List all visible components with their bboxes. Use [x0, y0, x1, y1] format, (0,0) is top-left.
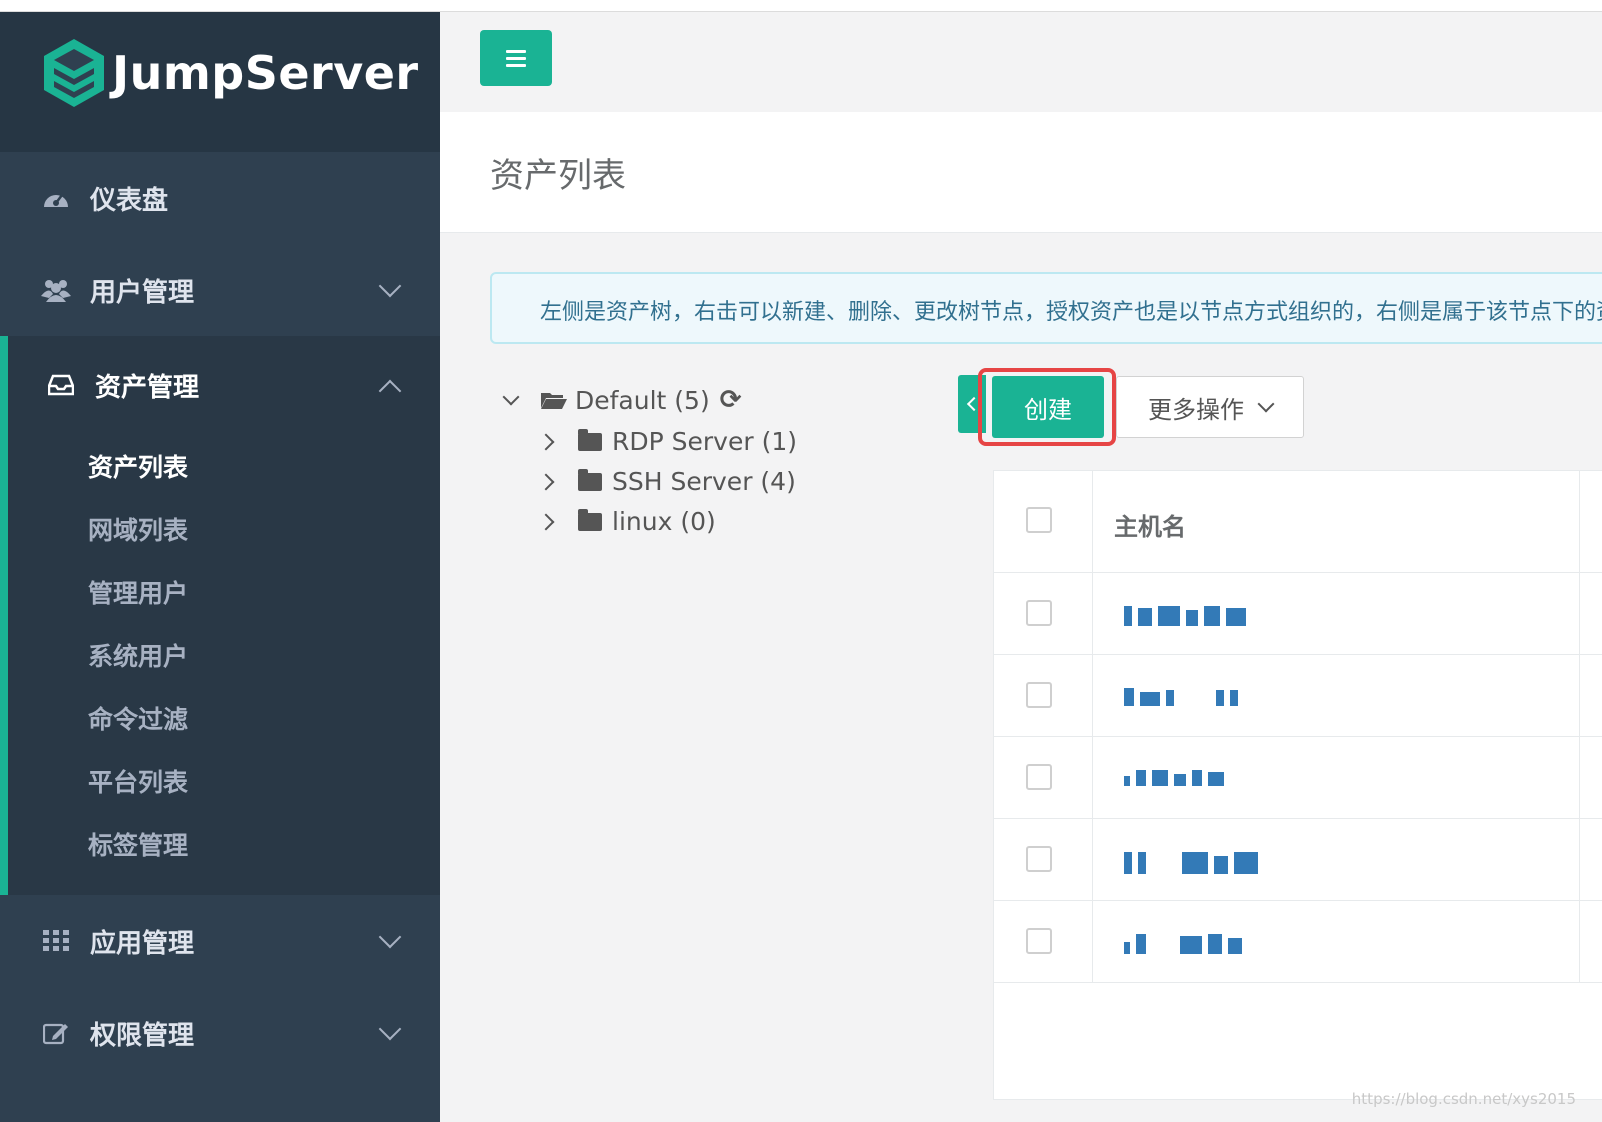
hamburger-icon: [506, 49, 526, 53]
tree-node-default[interactable]: Default (5) ⟳: [502, 385, 742, 415]
top-navbar: [440, 12, 1602, 113]
edit-icon: [40, 1017, 72, 1049]
watermark: https://blog.csdn.net/xys2015: [1351, 1090, 1576, 1108]
table-row: [994, 901, 1602, 983]
row-checkbox[interactable]: [1026, 764, 1052, 790]
logo[interactable]: JumpServer: [0, 12, 440, 152]
tree-node-rdp-server[interactable]: RDP Server (1): [537, 427, 797, 456]
chevron-down-icon: [1257, 395, 1275, 413]
hostname-link-redacted[interactable]: [1124, 606, 1246, 626]
sidebar-subitem-platform-list[interactable]: 平台列表: [8, 749, 440, 812]
page-heading: 资产列表: [440, 112, 1602, 233]
chevron-down-icon[interactable]: [502, 388, 520, 406]
hostname-link-redacted[interactable]: [1124, 852, 1258, 874]
chevron-right-icon[interactable]: [537, 433, 555, 450]
hostname-link-redacted[interactable]: [1124, 770, 1224, 786]
sidebar-item-asset-management[interactable]: 资产管理: [8, 336, 440, 434]
more-actions-dropdown[interactable]: 更多操作: [1116, 376, 1304, 438]
row-checkbox[interactable]: [1026, 846, 1052, 872]
sidebar-item-dashboard[interactable]: 仪表盘: [0, 152, 440, 244]
table-header-row: 主机名: [994, 471, 1602, 573]
tree-node-label: RDP Server (1): [612, 427, 797, 456]
folder-open-icon: [541, 393, 567, 409]
asset-table: 主机名: [993, 470, 1602, 1100]
users-icon: [40, 274, 72, 306]
info-alert-text: 左侧是资产树，右击可以新建、删除、更改树节点，授权资产也是以节点方式组织的，右侧…: [540, 300, 1602, 325]
sidebar-item-application-management[interactable]: 应用管理: [0, 895, 440, 987]
sidebar-subitem-domain-list[interactable]: 网域列表: [8, 497, 440, 560]
hamburger-menu-button[interactable]: [480, 30, 552, 86]
sidebar-subitem-asset-list[interactable]: 资产列表: [8, 434, 440, 497]
browser-top-edge: [0, 0, 1602, 12]
sidebar-item-permission-management[interactable]: 权限管理: [0, 987, 440, 1079]
chevron-up-icon: [378, 379, 402, 403]
sidebar-item-user-management[interactable]: 用户管理: [0, 244, 440, 336]
chevron-down-icon: [378, 1017, 402, 1041]
sidebar-subitem-label-management[interactable]: 标签管理: [8, 812, 440, 875]
sidebar-item-label: 应用管理: [90, 928, 195, 959]
info-alert: 左侧是资产树，右击可以新建、删除、更改树节点，授权资产也是以节点方式组织的，右侧…: [490, 272, 1602, 344]
brand-name: JumpServer: [112, 46, 419, 100]
row-checkbox[interactable]: [1026, 682, 1052, 708]
grid-icon: [40, 925, 72, 957]
table-row: [994, 819, 1602, 901]
sidebar: JumpServer 仪表盘 用户管理 资产管理 资产列表 网域列表 管理用户 …: [0, 12, 440, 1122]
tree-node-label: SSH Server (4): [612, 467, 796, 496]
hostname-link-redacted[interactable]: [1124, 934, 1242, 954]
chevron-down-icon: [378, 274, 402, 298]
jumpserver-logo-icon: [44, 39, 104, 107]
tree-node-label: Default (5): [575, 385, 710, 415]
sidebar-item-label: 资产管理: [95, 372, 200, 403]
folder-icon: [578, 428, 602, 451]
hostname-link-redacted[interactable]: [1124, 688, 1238, 706]
tree-node-ssh-server[interactable]: SSH Server (4): [537, 467, 796, 496]
sidebar-item-label: 用户管理: [90, 277, 195, 308]
row-checkbox[interactable]: [1026, 928, 1052, 954]
table-row: [994, 737, 1602, 819]
refresh-icon[interactable]: ⟳: [720, 385, 742, 415]
sidebar-subitem-command-filter[interactable]: 命令过滤: [8, 686, 440, 749]
page-title: 资产列表: [490, 156, 626, 196]
sidebar-item-label: 仪表盘: [90, 185, 169, 216]
create-button[interactable]: 创建: [992, 376, 1104, 438]
tree-node-linux[interactable]: linux (0): [537, 507, 716, 536]
chevron-right-icon[interactable]: [537, 473, 555, 490]
sidebar-group-asset-management: 资产管理 资产列表 网域列表 管理用户 系统用户 命令过滤 平台列表 标签管理: [0, 336, 440, 895]
table-row: [994, 655, 1602, 737]
tree-node-label: linux (0): [612, 507, 716, 536]
chevron-right-icon[interactable]: [537, 513, 555, 530]
folder-icon: [578, 508, 602, 531]
sidebar-item-label: 权限管理: [90, 1020, 195, 1051]
chevron-down-icon: [378, 925, 402, 949]
sidebar-subitem-admin-users[interactable]: 管理用户: [8, 560, 440, 623]
select-all-checkbox[interactable]: [1026, 507, 1052, 533]
sidebar-subitem-system-users[interactable]: 系统用户: [8, 623, 440, 686]
folder-icon: [578, 468, 602, 491]
inbox-icon: [45, 369, 77, 401]
row-checkbox[interactable]: [1026, 600, 1052, 626]
dashboard-icon: [40, 182, 72, 214]
more-actions-label: 更多操作: [1148, 395, 1244, 424]
table-row: [994, 573, 1602, 655]
column-header-hostname[interactable]: 主机名: [1114, 507, 1186, 542]
